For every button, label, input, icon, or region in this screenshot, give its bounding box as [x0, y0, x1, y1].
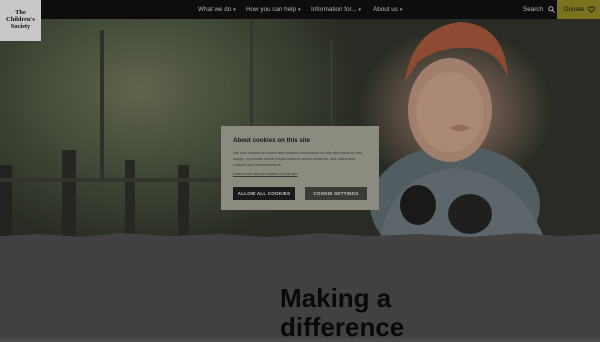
logo-line: Society [10, 22, 31, 30]
site-logo[interactable]: The Children's Society [0, 0, 41, 41]
cookie-dialog-title: About cookies on this site [233, 137, 311, 144]
cookie-settings-button[interactable]: COOKIE SETTINGS [305, 187, 367, 200]
cookie-dialog-body: We use cookies to collect and analyse in… [233, 150, 363, 167]
allow-all-cookies-button[interactable]: ALLOW ALL COOKIES [233, 187, 295, 200]
cookie-learn-more-link[interactable]: Learn more about cookies on this site [233, 171, 367, 176]
